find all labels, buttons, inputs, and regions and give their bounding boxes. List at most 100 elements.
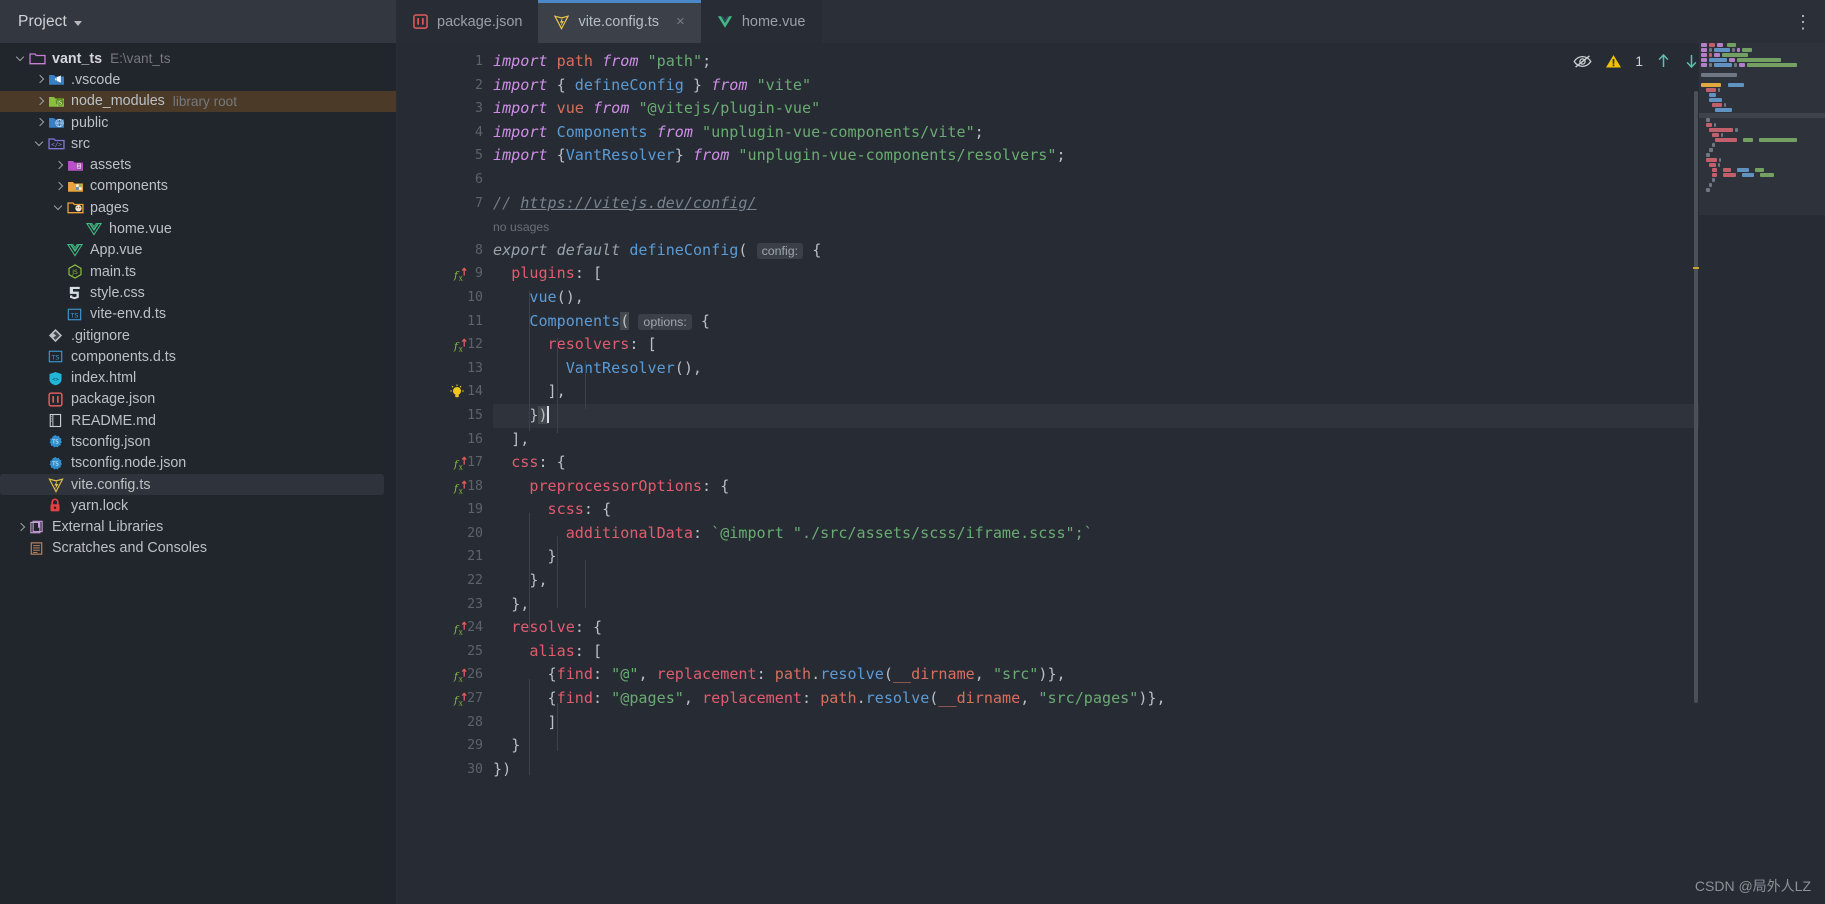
tree-item-package-json[interactable]: package.json [0,389,396,410]
tree-item-app-vue[interactable]: App.vue [0,240,396,261]
code-editor[interactable]: 1 2 3 4 5 6 7 8 9 f x 10 11 12 f x 13 14 15 16 17 f x 18 f x 19 20 2… [397,43,1825,904]
indent-guide [529,513,530,631]
tab-home-vue[interactable]: home.vue [700,0,822,43]
code-line[interactable]: ], [493,428,1825,452]
vite-icon [48,477,65,493]
function-override-icon[interactable]: fx [453,266,469,282]
tree-item-assets[interactable]: assets [0,154,396,175]
arrow-down-icon[interactable] [1684,53,1699,69]
tree-item-home-vue[interactable]: home.vue [0,218,396,239]
tree-arrow-spacer [33,435,46,448]
chevron-right-icon[interactable] [33,73,46,86]
code-line[interactable]: }, [493,593,1825,617]
code-line[interactable]: import vue from "@vitejs/plugin-vue" [493,97,1825,121]
code-line[interactable]: import Components from "unplugin-vue-com… [493,121,1825,145]
tree-item-label: Scratches and Consoles [52,540,207,557]
tree-item-vant-ts[interactable]: vant_ts E:\vant_ts [0,48,396,69]
tree-item-index-html[interactable]: <> index.html [0,367,396,388]
function-override-icon[interactable]: fx [453,691,469,707]
code-line[interactable]: preprocessorOptions: { [493,475,1825,499]
tree-item-vscode[interactable]: .vscode [0,69,396,90]
tree-item-vite-env-d-ts[interactable]: TS vite-env.d.ts [0,304,396,325]
chevron-right-icon[interactable] [33,95,46,108]
function-override-icon[interactable]: fx [453,479,469,495]
warning-triangle-icon[interactable] [1605,54,1622,69]
code-line[interactable]: import { defineConfig } from "vite" [493,74,1825,98]
code-line[interactable]: resolvers: [ [493,333,1825,357]
code-line[interactable]: } [493,545,1825,569]
function-override-icon[interactable]: fx [453,455,469,471]
intention-bulb-icon[interactable] [449,384,465,400]
tree-item-components[interactable]: components [0,176,396,197]
chevron-down-icon[interactable] [73,20,82,26]
code-line[interactable]: resolve: { [493,616,1825,640]
project-panel-header[interactable]: Project [0,0,397,43]
editor-scrollbar-thumb[interactable] [1694,91,1698,703]
tree-item-label: public [71,114,109,131]
code-line[interactable]: }) [493,403,1825,428]
code-line[interactable] [493,168,1825,192]
tab-package-json[interactable]: package.json [397,0,539,43]
editor-gutter[interactable]: 1 2 3 4 5 6 7 8 9 f x 10 11 12 f x 13 14 15 16 17 f x 18 f x 19 20 2… [397,43,493,904]
gutter-line-number: 24 f x [453,620,483,637]
code-line[interactable]: plugins: [ [493,262,1825,286]
tree-item-gitignore[interactable]: .gitignore [0,325,396,346]
chevron-right-icon[interactable] [52,159,65,172]
svg-text:<>: <> [52,376,59,382]
code-line[interactable]: } [493,734,1825,758]
tree-item-node-modules[interactable]: JS node_modules library root [0,90,396,112]
code-line[interactable]: additionalData: `@import "./src/assets/s… [493,522,1825,546]
tab-vite-config-ts[interactable]: vite.config.ts × [538,0,702,43]
gutter-line-number: 9fx [453,266,483,283]
code-line[interactable]: export default defineConfig( config: { [493,239,1825,263]
tree-item-pages[interactable]: pages [0,197,396,218]
kebab-glyph: ⋮ [1794,11,1812,32]
tree-item-tsconfig-json[interactable]: TS tsconfig.json [0,431,396,452]
code-line[interactable]: {find: "@pages", replacement: path.resol… [493,687,1825,711]
code-line[interactable]: vue(), [493,286,1825,310]
close-icon[interactable]: × [676,14,685,29]
chevron-right-icon[interactable] [52,180,65,193]
chevron-right-icon[interactable] [33,116,46,129]
components-folder-icon [67,179,84,194]
arrow-up-icon[interactable] [1656,53,1671,69]
chevron-down-icon[interactable] [14,52,27,65]
project-tree[interactable]: vant_ts E:\vant_ts .vscode JS node_modules li… [0,43,397,904]
code-minimap[interactable] [1699,43,1825,904]
more-options-icon[interactable]: ⋮ [1781,0,1825,43]
tree-item-style-css[interactable]: style.css [0,282,396,303]
code-line[interactable]: {find: "@", replacement: path.resolve(__… [493,663,1825,687]
tree-item-components-d-ts[interactable]: TS components.d.ts [0,346,396,367]
function-override-icon[interactable]: fx [453,620,469,636]
chevron-right-icon[interactable] [14,521,27,534]
code-line[interactable]: scss: { [493,498,1825,522]
minimap-viewport[interactable] [1699,43,1825,215]
tree-item-yarn-lock[interactable]: yarn.lock [0,495,396,516]
editor-code-area[interactable]: import path from "path"; import { defineC… [493,43,1825,904]
tree-item-tsconfig-node-json[interactable]: TS tsconfig.node.json [0,453,396,474]
tree-item-readme-md[interactable]: README.md [0,410,396,431]
tree-item-public[interactable]: public [0,112,396,133]
tree-item-vite-config-ts[interactable]: vite.config.ts [0,473,384,496]
chevron-down-icon[interactable] [33,137,46,150]
code-line[interactable]: import {VantResolver} from "unplugin-vue… [493,144,1825,168]
code-line[interactable]: css: { [493,451,1825,475]
code-line[interactable]: }) [493,758,1825,782]
inlay-hint-usages[interactable]: no usages [493,215,1825,239]
tree-item-src[interactable]: </> src [0,133,396,154]
code-line[interactable]: ], [493,380,1825,404]
code-line[interactable]: Components( options: { [493,310,1825,334]
code-line[interactable]: ] [493,711,1825,735]
function-override-icon[interactable]: fx [453,337,469,353]
code-line[interactable]: VantResolver(), [493,357,1825,381]
chevron-down-icon[interactable] [52,201,65,214]
tree-item-external-libraries[interactable]: External Libraries [0,517,396,538]
code-line[interactable]: // https://vitejs.dev/config/ [493,192,1825,216]
code-line[interactable]: alias: [ [493,640,1825,664]
inspection-widget[interactable]: 1 [1573,53,1699,69]
inspections-off-icon[interactable] [1573,54,1592,69]
tree-item-scratches-and-consoles[interactable]: Scratches and Consoles [0,538,396,559]
code-line[interactable]: }, [493,569,1825,593]
tree-item-main-ts[interactable]: JS main.ts [0,261,396,282]
function-override-icon[interactable]: fx [453,667,469,683]
